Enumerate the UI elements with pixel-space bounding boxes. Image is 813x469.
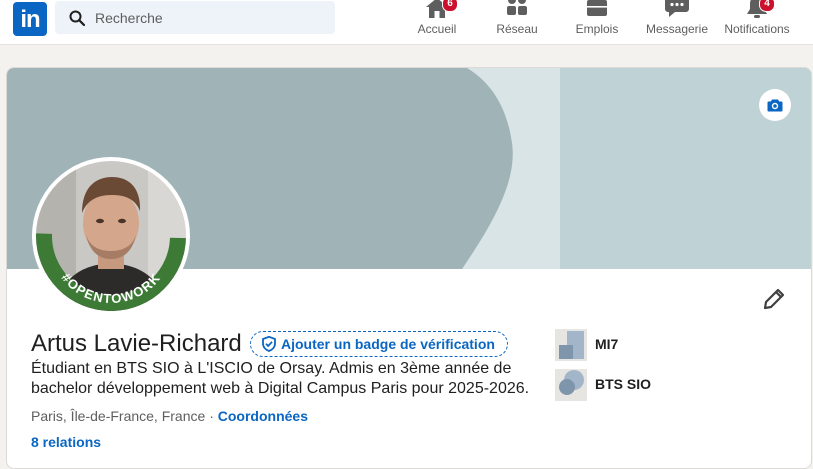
notifications-count-badge: 4	[759, 0, 775, 12]
location-row: Paris, Île-de-France, France · Coordonné…	[31, 408, 308, 424]
profile-name: Artus Lavie-Richard	[31, 330, 242, 357]
nav-jobs[interactable]: Emplois	[568, 0, 626, 44]
nav-jobs-label: Emplois	[575, 22, 619, 36]
search-input[interactable]	[95, 1, 325, 34]
profile-card: #OPENTOWORK Artus Lavie-Richard Ajouter …	[6, 67, 812, 469]
profile-headline: Étudiant en BTS SIO à L'ISCIO de Orsay. …	[31, 360, 530, 397]
network-icon	[507, 0, 527, 15]
nav-network-label: Réseau	[496, 22, 538, 36]
edit-intro-button[interactable]	[759, 284, 789, 314]
nav-home-label: Accueil	[417, 22, 457, 36]
nav-messaging-label: Messagerie	[645, 22, 709, 36]
profile-location: Paris, Île-de-France, France	[31, 408, 206, 424]
avatar-image: #OPENTOWORK	[36, 161, 186, 311]
top-navigation-bar: in 6 Accueil Réseau Emplois	[0, 0, 813, 45]
home-notification-badge: 6	[442, 0, 458, 12]
org-item-bts-sio[interactable]: BTS SIO	[555, 369, 795, 401]
pencil-icon	[763, 288, 785, 310]
search-icon	[69, 10, 85, 26]
add-verification-badge-label: Ajouter un badge de vérification	[281, 336, 495, 352]
org-item-mi7[interactable]: MI7	[555, 329, 795, 361]
nav-network[interactable]: Réseau	[490, 0, 544, 44]
messaging-icon	[665, 0, 689, 17]
nav-notifications-label: Notifications	[724, 22, 790, 36]
briefcase-icon	[587, 0, 607, 16]
nav-home[interactable]: 6 Accueil	[410, 0, 464, 44]
add-verification-badge-button[interactable]: Ajouter un badge de vérification	[250, 331, 508, 357]
org-label: BTS SIO	[595, 376, 652, 392]
contact-info-link[interactable]: Coordonnées	[218, 408, 308, 424]
bts-sio-logo	[555, 369, 587, 401]
mi7-logo	[555, 329, 587, 361]
nav-messaging[interactable]: Messagerie	[644, 0, 710, 44]
linkedin-logo[interactable]: in	[13, 2, 47, 36]
profile-photo[interactable]: #OPENTOWORK	[32, 157, 190, 315]
location-separator: ·	[209, 408, 214, 424]
edit-banner-button[interactable]	[759, 89, 791, 121]
nav-notifications[interactable]: 4 Notifications	[720, 0, 794, 44]
connections-link[interactable]: 8 relations	[31, 434, 101, 450]
search-box[interactable]	[55, 1, 335, 34]
org-label: MI7	[595, 336, 619, 352]
shield-check-icon	[262, 336, 276, 352]
camera-icon	[767, 99, 783, 112]
